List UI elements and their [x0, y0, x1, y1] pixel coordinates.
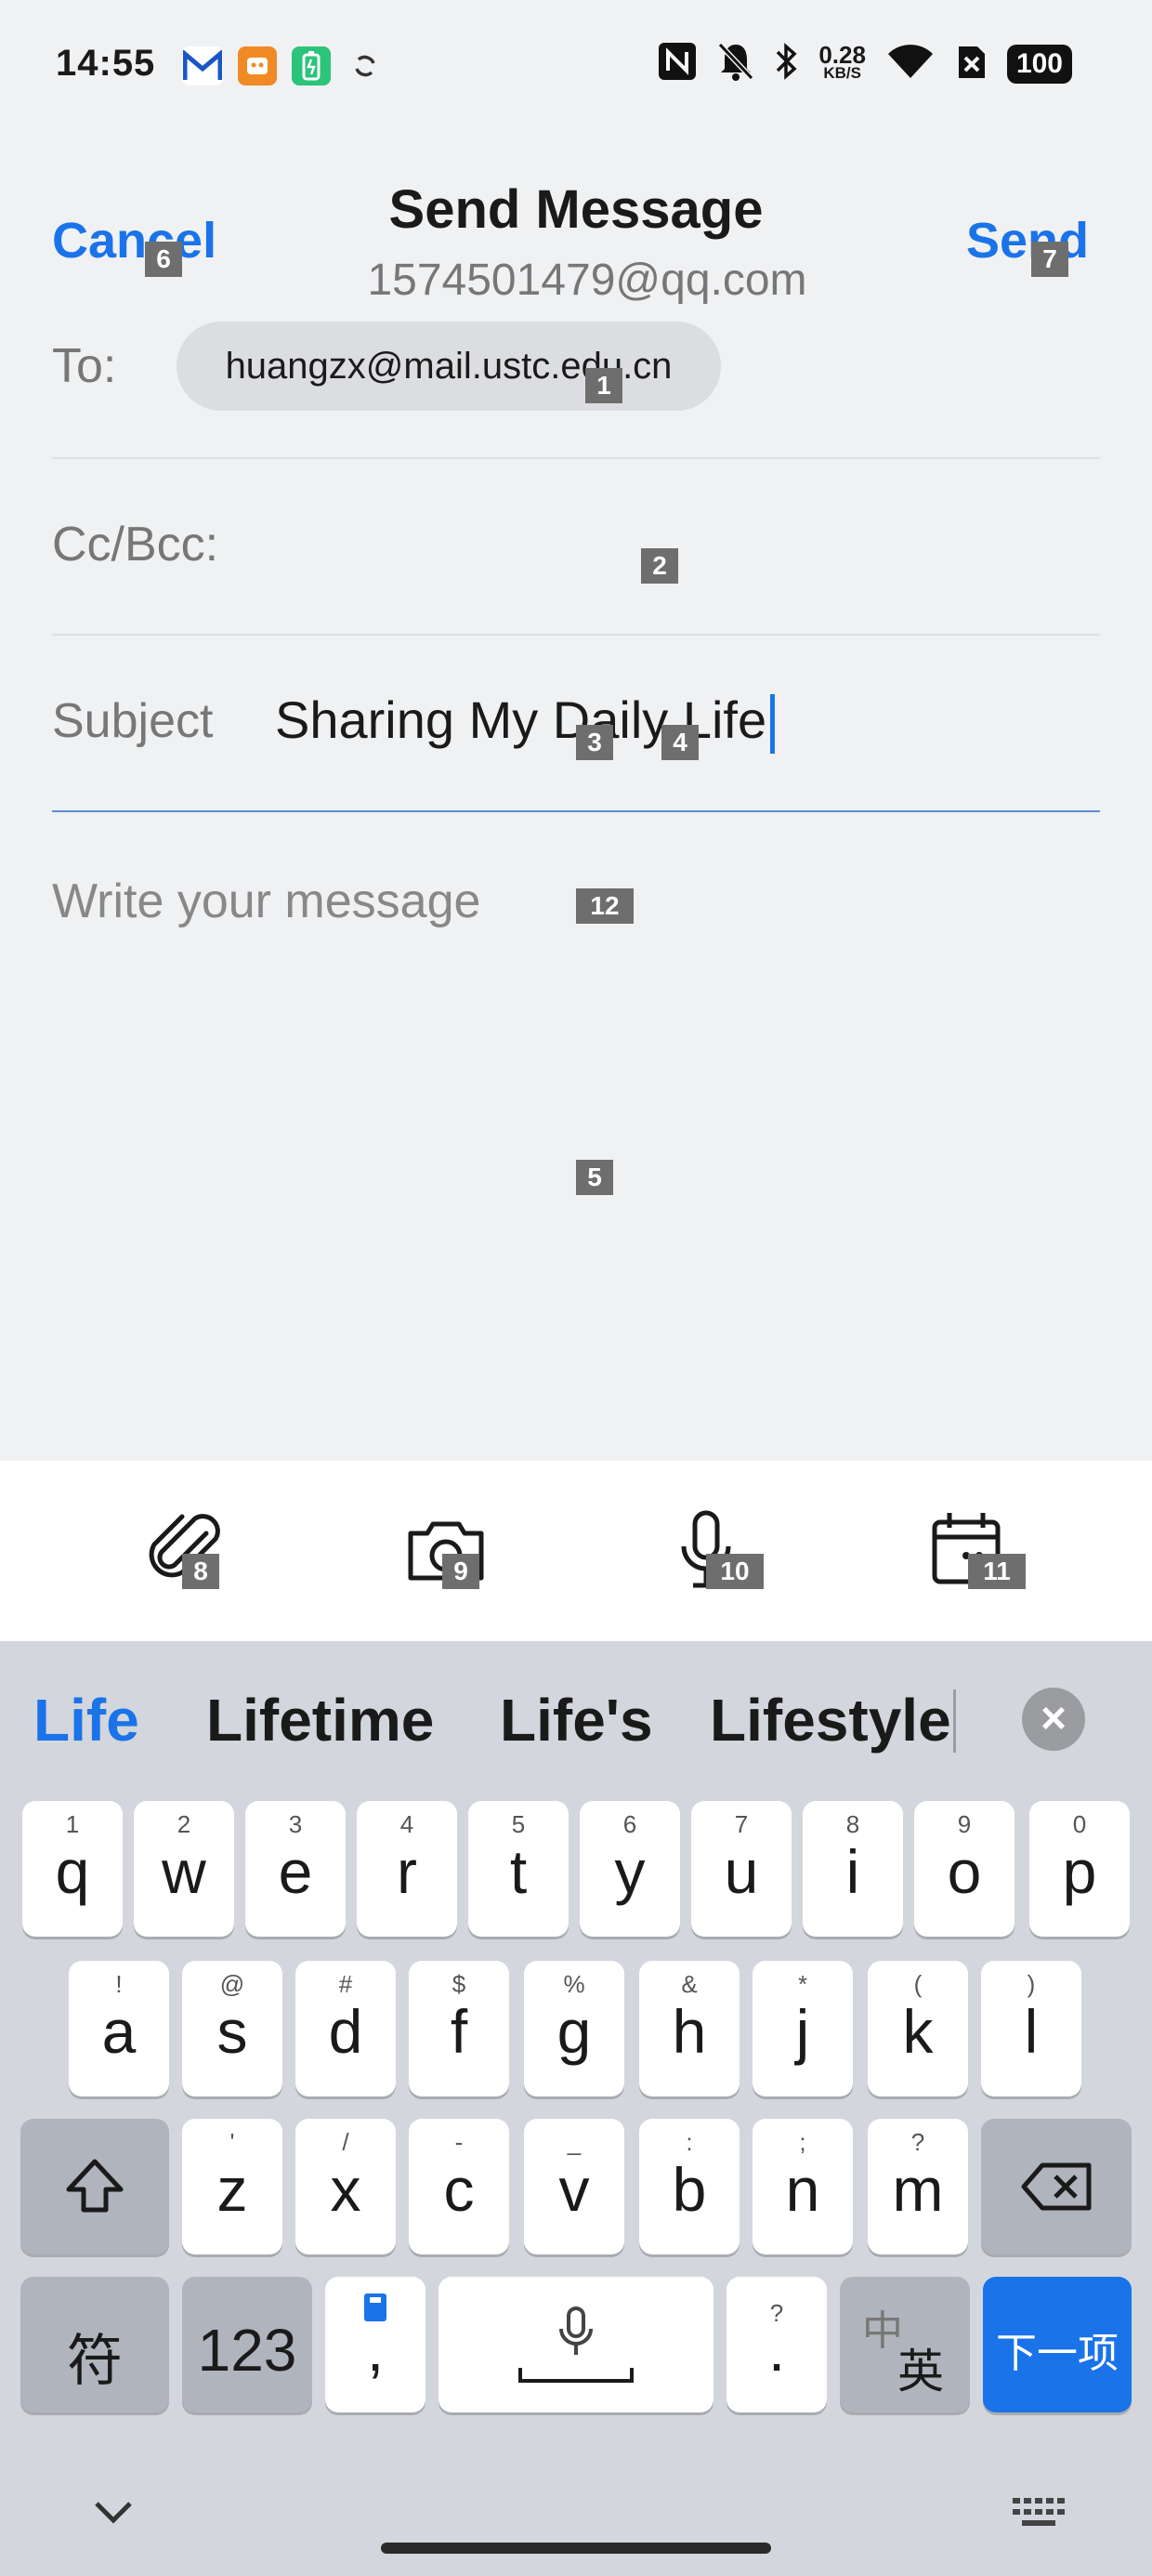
badge-1: 1 [585, 368, 622, 403]
key-s[interactable]: @ s [182, 1961, 282, 2096]
badge-4: 4 [661, 725, 699, 760]
key-k[interactable]: (k [868, 1961, 968, 2096]
key-c[interactable]: -c [409, 2119, 509, 2254]
keyboard-icon [1009, 2498, 1068, 2537]
key-x[interactable]: / x [295, 2119, 396, 2254]
suggestion-4[interactable]: Lifestyle [710, 1686, 951, 1755]
symbols-key[interactable]: 符 [20, 2277, 169, 2412]
gmail-icon [182, 46, 223, 85]
key-n[interactable]: ; n [753, 2119, 853, 2254]
key-e[interactable]: 3e [245, 1801, 346, 1937]
home-indicator[interactable] [381, 2543, 771, 2554]
message-body-input[interactable]: Write your message [52, 874, 480, 929]
badge-11: 11 [968, 1554, 1026, 1589]
key-f[interactable]: $ f [409, 1961, 509, 2096]
app-icon [238, 46, 277, 85]
badge-5: 5 [576, 1160, 613, 1195]
battery-saver-icon [292, 46, 331, 85]
shift-icon [63, 2156, 126, 2220]
status-time: 14:55 [56, 43, 156, 84]
subject-input[interactable]: Sharing My Daily Life [275, 690, 776, 755]
backspace-key[interactable] [981, 2119, 1132, 2254]
close-icon: × [1040, 1694, 1067, 1743]
key-l[interactable]: ) l [981, 1961, 1081, 2096]
wifi-icon [884, 41, 936, 86]
send-button[interactable]: Send [966, 212, 1089, 269]
key-u[interactable]: 7u [691, 1801, 792, 1937]
key-t[interactable]: 5t [468, 1801, 569, 1937]
nfc-icon [657, 41, 698, 86]
next-field-key[interactable]: 下一项 [983, 2277, 1132, 2412]
key-g[interactable]: % g [524, 1961, 624, 2096]
comma-key[interactable]: , [325, 2277, 425, 2412]
badge-2: 2 [641, 548, 678, 584]
space-bar-icon [517, 2366, 635, 2389]
bluetooth-icon [774, 41, 800, 86]
badge-8: 8 [182, 1554, 219, 1589]
chevron-down-icon [89, 2502, 137, 2533]
numbers-key[interactable]: 123 [182, 2277, 312, 2412]
key-q[interactable]: 1q [22, 1801, 123, 1937]
key-h[interactable]: & h [639, 1961, 740, 2096]
ccbcc-divider [52, 634, 1100, 636]
badge-9: 9 [442, 1554, 479, 1589]
space-mic-icon [556, 2305, 596, 2365]
shift-key[interactable] [20, 2119, 169, 2254]
status-app-icons [182, 46, 385, 85]
text-caret [770, 694, 776, 755]
suggestion-2[interactable]: Lifetime [206, 1686, 434, 1755]
to-field[interactable]: To: huangzx@mail.ustc.edu.cn [52, 322, 1100, 411]
suggestion-1[interactable]: Life [33, 1686, 139, 1755]
close-suggestions-button[interactable]: × [1022, 1688, 1085, 1751]
ccbcc-field[interactable]: Cc/Bcc: [52, 517, 1100, 582]
mute-icon [716, 41, 755, 86]
sync-icon [346, 46, 385, 85]
key-z[interactable]: ' z [182, 2119, 282, 2254]
key-o[interactable]: 9o [914, 1801, 1015, 1937]
key-y[interactable]: 6y [580, 1801, 680, 1937]
recipient-chip[interactable]: huangzx@mail.ustc.edu.cn [177, 322, 721, 411]
key-w[interactable]: 2w [134, 1801, 234, 1937]
backspace-icon [1020, 2162, 1094, 2216]
period-key[interactable]: ? . [727, 2277, 827, 2412]
suggestion-3[interactable]: Life's [500, 1686, 653, 1755]
key-m[interactable]: ? m [868, 2119, 968, 2254]
suggestion-bar: Life Lifetime Life's Lifestyle × [0, 1641, 1152, 1790]
badge-10: 10 [706, 1554, 764, 1589]
subject-label: Subject [52, 694, 214, 748]
keyboard-bottom-bar [0, 2459, 1152, 2576]
badge-12: 12 [576, 888, 634, 924]
suggestion-divider [953, 1689, 956, 1753]
badge-3: 3 [576, 725, 613, 760]
status-system-icons: 0.28 KB/S 100 [657, 41, 1072, 86]
badge-6: 6 [145, 242, 182, 277]
status-bar: 14:55 0.28 KB/S 100 [0, 0, 1152, 139]
sim-off-icon [955, 41, 988, 86]
battery-indicator: 100 [1006, 44, 1072, 84]
keyboard-switch-button[interactable] [1009, 2492, 1068, 2538]
key-b[interactable]: :b [639, 2119, 740, 2254]
key-i[interactable]: 8i [803, 1801, 903, 1937]
space-key[interactable] [439, 2277, 713, 2412]
key-p[interactable]: 0p [1029, 1801, 1130, 1937]
to-label: To: [52, 339, 117, 393]
key-d[interactable]: # d [295, 1961, 396, 2096]
to-divider [52, 457, 1100, 459]
language-switch-key[interactable]: 中 英 [840, 2277, 970, 2412]
soft-keyboard: Life Lifetime Life's Lifestyle × 1q 2w 3… [0, 1641, 1152, 2576]
subject-divider [52, 810, 1100, 812]
net-speed: 0.28 KB/S [818, 40, 866, 82]
hide-keyboard-button[interactable] [89, 2492, 137, 2534]
badge-7: 7 [1031, 242, 1068, 277]
attachment-toolbar: 8 9 10 11 [0, 1461, 1152, 1641]
ccbcc-label: Cc/Bcc: [52, 518, 219, 572]
key-a[interactable]: ! a [69, 1961, 169, 2096]
key-v[interactable]: _ v [524, 2119, 624, 2254]
key-r[interactable]: 4r [357, 1801, 457, 1937]
key-j[interactable]: * j [753, 1961, 853, 2096]
